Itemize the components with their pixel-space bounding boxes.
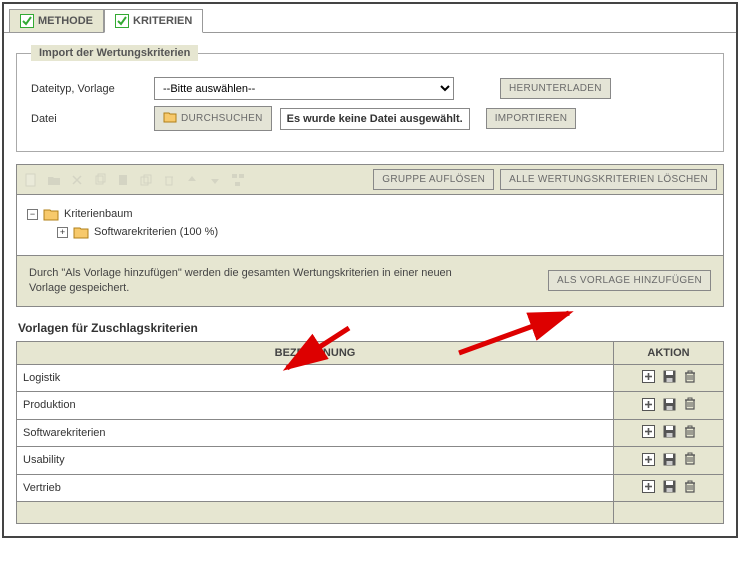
save-icon[interactable] bbox=[663, 425, 676, 438]
add-template-button[interactable]: ALS VORLAGE HINZUFÜGEN bbox=[548, 270, 711, 291]
tree-root-label: Kriterienbaum bbox=[64, 208, 132, 220]
tab-kriterien[interactable]: KRITERIEN bbox=[104, 9, 203, 33]
row-actions bbox=[642, 425, 696, 439]
save-icon[interactable] bbox=[663, 480, 676, 493]
tree-root[interactable]: − Kriterienbaum bbox=[27, 205, 713, 223]
templates-title: Vorlagen für Zuschlagskriterien bbox=[18, 321, 724, 335]
tree-child-label: Softwarekriterien (100 %) bbox=[94, 226, 218, 238]
dissolve-group-button[interactable]: GRUPPE AUFLÖSEN bbox=[373, 169, 494, 190]
file-label: Datei bbox=[31, 113, 146, 125]
table-row-empty bbox=[17, 502, 724, 524]
save-icon[interactable] bbox=[663, 453, 676, 466]
import-legend: Import der Wertungskriterien bbox=[31, 45, 198, 61]
browse-button[interactable]: DURCHSUCHEN bbox=[154, 106, 272, 131]
criteria-panel: GRUPPE AUFLÖSEN ALLE WERTUNGSKRITERIEN L… bbox=[16, 164, 724, 307]
collapse-icon[interactable]: − bbox=[27, 209, 38, 220]
toolbar-cut-icon[interactable] bbox=[69, 172, 85, 188]
file-status: Es wurde keine Datei ausgewählt. bbox=[280, 108, 470, 130]
folder-icon bbox=[43, 207, 59, 221]
toolbar-down-icon[interactable] bbox=[207, 172, 223, 188]
tab-methode[interactable]: METHODE bbox=[9, 9, 104, 33]
tab-methode-label: METHODE bbox=[38, 15, 93, 27]
table-row: Usability bbox=[17, 447, 724, 475]
row-actions bbox=[642, 397, 696, 411]
add-icon[interactable] bbox=[642, 480, 655, 493]
tree-child[interactable]: + Softwarekriterien (100 %) bbox=[27, 223, 713, 241]
templates-table: BEZEICHNUNG AKTION Logistik Produktion S… bbox=[16, 341, 724, 525]
delete-icon[interactable] bbox=[684, 425, 696, 439]
template-name: Logistik bbox=[17, 364, 614, 392]
delete-all-button[interactable]: ALLE WERTUNGSKRITERIEN LÖSCHEN bbox=[500, 169, 717, 190]
delete-icon[interactable] bbox=[684, 397, 696, 411]
filetype-select[interactable]: --Bitte auswählen-- bbox=[154, 77, 454, 100]
save-icon[interactable] bbox=[663, 398, 676, 411]
add-icon[interactable] bbox=[642, 370, 655, 383]
toolbar-copy2-icon[interactable] bbox=[138, 172, 154, 188]
col-aktion: AKTION bbox=[614, 341, 724, 364]
toolbar-open-icon[interactable] bbox=[46, 172, 62, 188]
add-icon[interactable] bbox=[642, 453, 655, 466]
tab-kriterien-label: KRITERIEN bbox=[133, 15, 192, 27]
table-row: Softwarekriterien bbox=[17, 419, 724, 447]
row-actions bbox=[642, 452, 696, 466]
col-bezeichnung: BEZEICHNUNG bbox=[17, 341, 614, 364]
toolbar-new-icon[interactable] bbox=[23, 172, 39, 188]
row-actions bbox=[642, 480, 696, 494]
template-name: Vertrieb bbox=[17, 474, 614, 502]
row-actions bbox=[642, 370, 696, 384]
table-row: Logistik bbox=[17, 364, 724, 392]
add-icon[interactable] bbox=[642, 398, 655, 411]
check-icon bbox=[115, 14, 129, 28]
add-icon[interactable] bbox=[642, 425, 655, 438]
filetype-label: Dateityp, Vorlage bbox=[31, 83, 146, 95]
toolbar-paste-icon[interactable] bbox=[115, 172, 131, 188]
folder-icon bbox=[163, 111, 177, 126]
expand-icon[interactable]: + bbox=[57, 227, 68, 238]
toolbar-copy-icon[interactable] bbox=[92, 172, 108, 188]
import-button[interactable]: IMPORTIEREN bbox=[486, 108, 577, 129]
import-fieldset: Import der Wertungskriterien Dateityp, V… bbox=[16, 45, 724, 152]
table-row: Produktion bbox=[17, 392, 724, 420]
toolbar-delete-icon[interactable] bbox=[161, 172, 177, 188]
folder-icon bbox=[73, 225, 89, 239]
download-button[interactable]: HERUNTERLADEN bbox=[500, 78, 611, 99]
delete-icon[interactable] bbox=[684, 452, 696, 466]
toolbar-tree-icon[interactable] bbox=[230, 172, 246, 188]
save-icon[interactable] bbox=[663, 370, 676, 383]
template-name: Produktion bbox=[17, 392, 614, 420]
delete-icon[interactable] bbox=[684, 480, 696, 494]
template-name: Softwarekriterien bbox=[17, 419, 614, 447]
toolbar-up-icon[interactable] bbox=[184, 172, 200, 188]
table-row: Vertrieb bbox=[17, 474, 724, 502]
template-name: Usability bbox=[17, 447, 614, 475]
delete-icon[interactable] bbox=[684, 370, 696, 384]
hint-text: Durch "Als Vorlage hinzufügen" werden di… bbox=[29, 266, 459, 296]
check-icon bbox=[20, 14, 34, 28]
